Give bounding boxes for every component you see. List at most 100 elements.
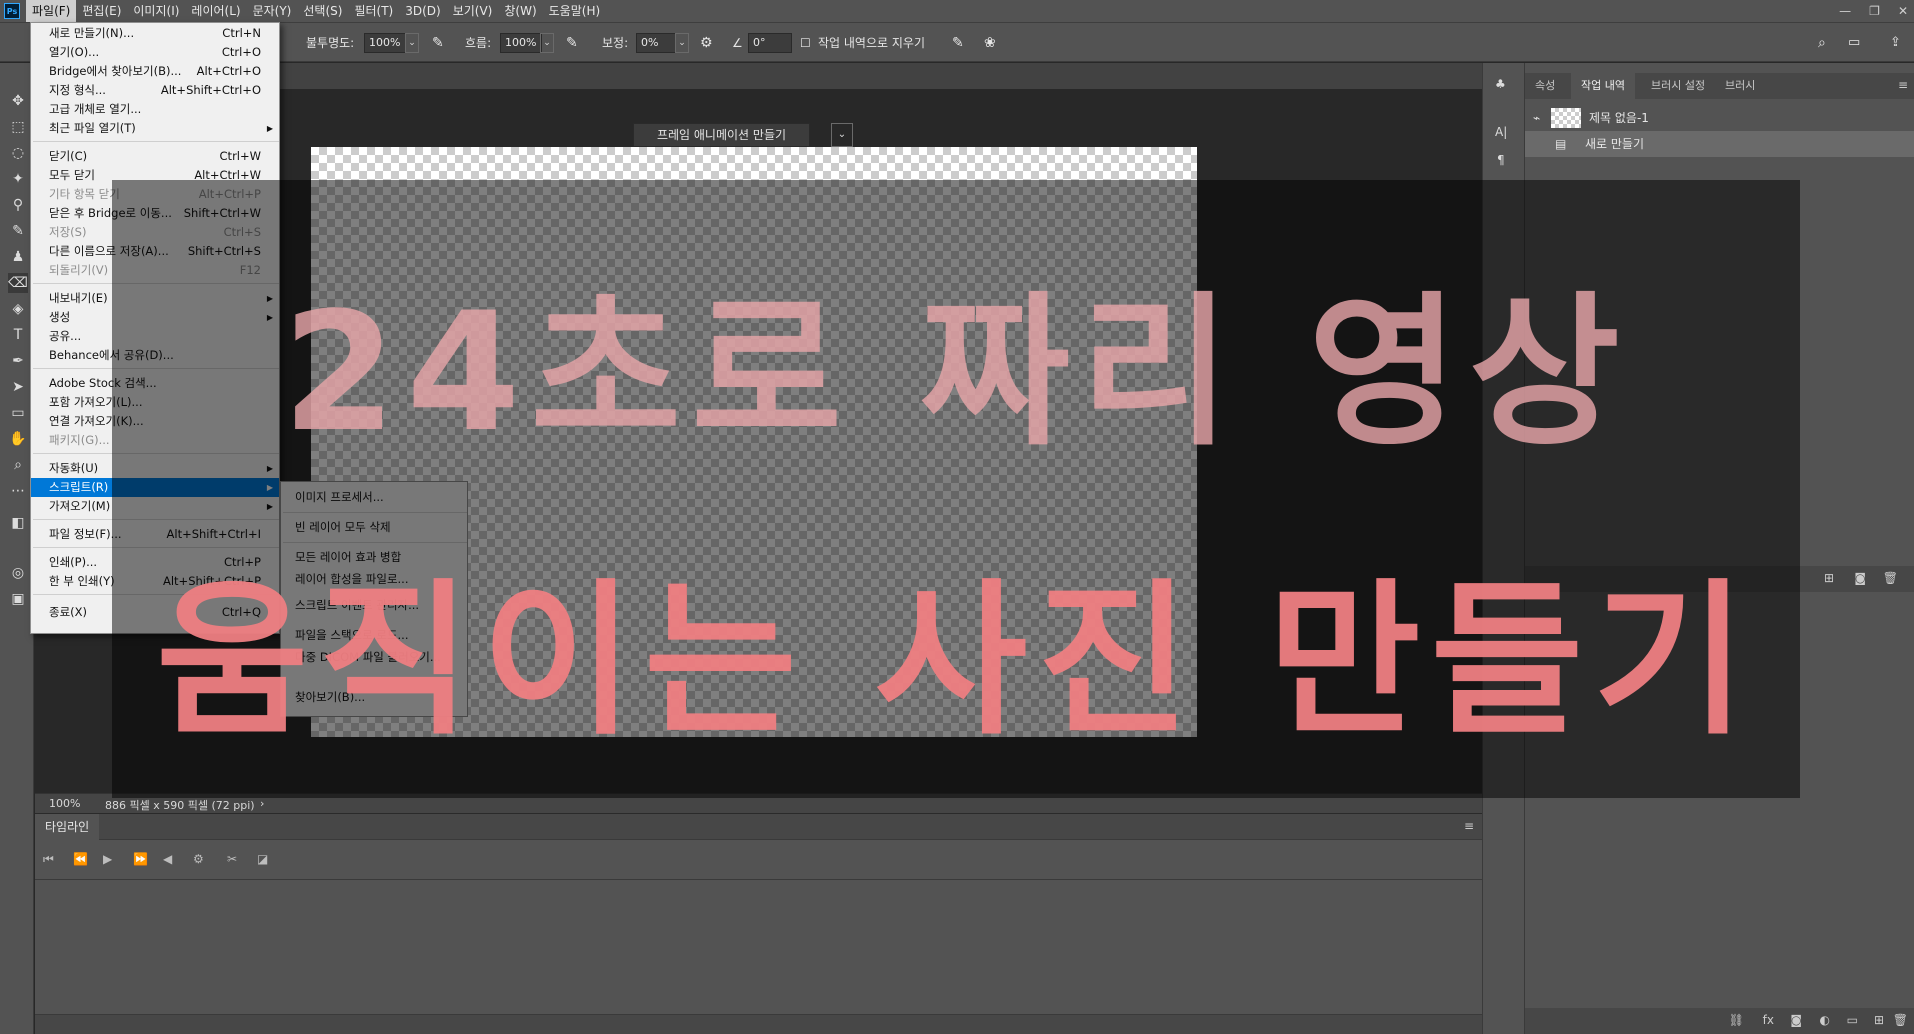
erase-history-checkbox[interactable]: ☐ [800, 33, 811, 53]
smoothing-field[interactable]: 0% [636, 33, 676, 53]
fx-icon[interactable]: fx [1763, 1013, 1774, 1027]
more-tools-icon[interactable]: ⋯ [8, 481, 28, 501]
tab-history[interactable]: 작업 내역 [1571, 73, 1635, 99]
trash-icon[interactable]: 🗑 [1883, 571, 1898, 585]
brush-tool-icon[interactable]: ✎ [8, 221, 28, 241]
next-frame-icon[interactable]: ⏩ [133, 852, 148, 866]
erase-history-label: 작업 내역으로 지우기 [818, 36, 925, 50]
character-icon[interactable]: A| [1495, 125, 1507, 139]
trash-icon[interactable]: 🗑 [1893, 1013, 1908, 1027]
smoothing-dropdown[interactable]: ⌄ [675, 33, 689, 53]
menu-view[interactable]: 보기(V) [447, 0, 499, 22]
settings-icon[interactable]: ⚙ [193, 852, 204, 866]
tab-brushes[interactable]: 브러시 [1715, 73, 1765, 99]
history-snapshot[interactable]: ⌁ 제목 없음-1 [1525, 105, 1914, 131]
history-item[interactable]: ▤ 새로 만들기 [1525, 131, 1914, 157]
menu-filter[interactable]: 필터(T) [348, 0, 399, 22]
paragraph-icon[interactable]: ¶ [1497, 153, 1505, 167]
bucket-tool-icon[interactable]: ◈ [8, 299, 28, 319]
panel-menu-icon[interactable]: ≡ [1898, 78, 1908, 92]
menu-item-open-recent[interactable]: 최근 파일 열기(T) ▶ [31, 119, 279, 138]
timeline-controls: ⏮ ⏪ ▶ ⏩ ◀ ⚙ ✂ ◪ [35, 840, 1482, 880]
layers-footer: ⛓ fx ◙ ◐ ▭ ⊞ 🗑 [1525, 1008, 1914, 1034]
overlay-title-line-1: 24초로 짜리 영상 [282, 277, 1630, 468]
scissors-icon[interactable]: ✂ [227, 852, 237, 866]
panel-menu-icon[interactable]: ≡ [1464, 819, 1474, 833]
search-icon[interactable]: ⌕ [1818, 33, 1826, 53]
close-icon[interactable]: ✕ [1898, 4, 1908, 18]
brush-source-icon[interactable]: ⌁ [1533, 105, 1540, 131]
menu-item-open[interactable]: 열기(O)... Ctrl+O [31, 43, 279, 62]
chevron-down-icon[interactable]: ⌄ [831, 123, 853, 147]
select-arrow-icon[interactable]: ➤ [8, 377, 28, 397]
menu-item-open-smart-object[interactable]: 고급 개체로 열기... [31, 100, 279, 119]
quick-mask-icon[interactable]: ◎ [8, 563, 28, 583]
menu-item-open-as[interactable]: 지정 형식... Alt+Shift+Ctrl+O [31, 81, 279, 100]
mask-icon[interactable]: ◙ [1790, 1013, 1802, 1027]
create-frame-animation-button[interactable]: 프레임 애니메이션 만들기 [633, 123, 810, 147]
share-icon[interactable]: ⇪ [1890, 33, 1901, 53]
zoom-level[interactable]: 100% [49, 797, 80, 810]
workspace-icon[interactable]: ▭ [1848, 33, 1860, 53]
opacity-dropdown[interactable]: ⌄ [405, 33, 419, 53]
type-tool-icon[interactable]: T [8, 325, 28, 345]
link-icon[interactable]: ⛓ [1729, 1013, 1744, 1027]
snapshot-label: 제목 없음-1 [1589, 111, 1649, 125]
pressure-opacity-icon[interactable]: ✎ [432, 33, 444, 53]
menu-item-browse-bridge[interactable]: Bridge에서 찾아보기(B)... Alt+Ctrl+O [31, 62, 279, 81]
new-layer-icon[interactable]: ⊞ [1874, 1013, 1884, 1027]
menu-window[interactable]: 창(W) [498, 0, 542, 22]
magic-wand-tool-icon[interactable]: ✦ [8, 169, 28, 189]
lasso-tool-icon[interactable]: ◌ [8, 143, 28, 163]
overlay-title-line-2: 움직이는 사진 만들기 [155, 565, 1757, 758]
transition-icon[interactable]: ◪ [257, 852, 268, 866]
properties-icon[interactable]: ♣ [1495, 77, 1506, 91]
symmetry-icon[interactable]: ❀ [984, 33, 996, 53]
opacity-field[interactable]: 100% [364, 33, 406, 53]
flow-field[interactable]: 100% [500, 33, 542, 53]
menu-help[interactable]: 도움말(H) [543, 0, 607, 22]
new-document-icon[interactable]: ⊞ [1824, 571, 1834, 585]
camera-icon[interactable]: ◙ [1854, 571, 1866, 585]
angle-field[interactable]: 0° [748, 33, 792, 53]
adjustment-icon[interactable]: ◐ [1820, 1013, 1830, 1027]
opacity-label: 불투명도: [306, 36, 355, 50]
first-frame-icon[interactable]: ⏮ [43, 852, 54, 867]
flow-label: 흐름: [465, 36, 492, 50]
menu-select[interactable]: 선택(S) [297, 0, 348, 22]
screen-mode-icon[interactable]: ▣ [8, 589, 28, 609]
tab-timeline[interactable]: 타임라인 [35, 814, 100, 840]
menu-image[interactable]: 이미지(I) [127, 0, 185, 22]
pen-tool-icon[interactable]: ✒ [8, 351, 28, 371]
move-tool-icon[interactable]: ✥ [8, 91, 28, 111]
status-arrow-icon[interactable]: › [260, 797, 264, 810]
prev-frame-icon[interactable]: ⏪ [73, 852, 88, 866]
hand-tool-icon[interactable]: ✋ [8, 429, 28, 449]
menu-file[interactable]: 파일(F) [26, 0, 77, 22]
gear-icon[interactable]: ⚙ [700, 33, 713, 53]
menu-item-close[interactable]: 닫기(C) Ctrl+W [31, 147, 279, 166]
tab-brush-settings[interactable]: 브러시 설정 [1641, 73, 1715, 99]
color-swatches-icon[interactable]: ◧ [8, 513, 28, 533]
pressure-size-icon[interactable]: ✎ [952, 33, 964, 53]
folder-icon[interactable]: ▭ [1847, 1013, 1858, 1027]
audio-icon[interactable]: ◀ [163, 852, 172, 866]
menu-layer[interactable]: 레이어(L) [185, 0, 246, 22]
zoom-tool-icon[interactable]: ⌕ [8, 455, 28, 475]
play-icon[interactable]: ▶ [103, 852, 112, 866]
title-overlay: 24초로 짜리 영상 움직이는 사진 만들기 [112, 180, 1800, 798]
menu-item-new[interactable]: 새로 만들기(N)... Ctrl+N [31, 24, 279, 43]
airbrush-icon[interactable]: ✎ [566, 33, 578, 53]
rectangle-tool-icon[interactable]: ▭ [8, 403, 28, 423]
tab-properties[interactable]: 속성 [1525, 73, 1565, 99]
restore-icon[interactable]: ❐ [1869, 4, 1880, 18]
marquee-tool-icon[interactable]: ⬚ [8, 117, 28, 137]
stamp-tool-icon[interactable]: ♟ [8, 247, 28, 267]
eyedropper-tool-icon[interactable]: ⚲ [8, 195, 28, 215]
minimize-icon[interactable]: — [1839, 4, 1851, 18]
menu-edit[interactable]: 편집(E) [76, 0, 127, 22]
flow-dropdown[interactable]: ⌄ [540, 33, 554, 53]
eraser-tool-icon[interactable]: ⌫ [8, 273, 28, 293]
menu-3d[interactable]: 3D(D) [399, 0, 446, 22]
menu-type[interactable]: 문자(Y) [247, 0, 298, 22]
